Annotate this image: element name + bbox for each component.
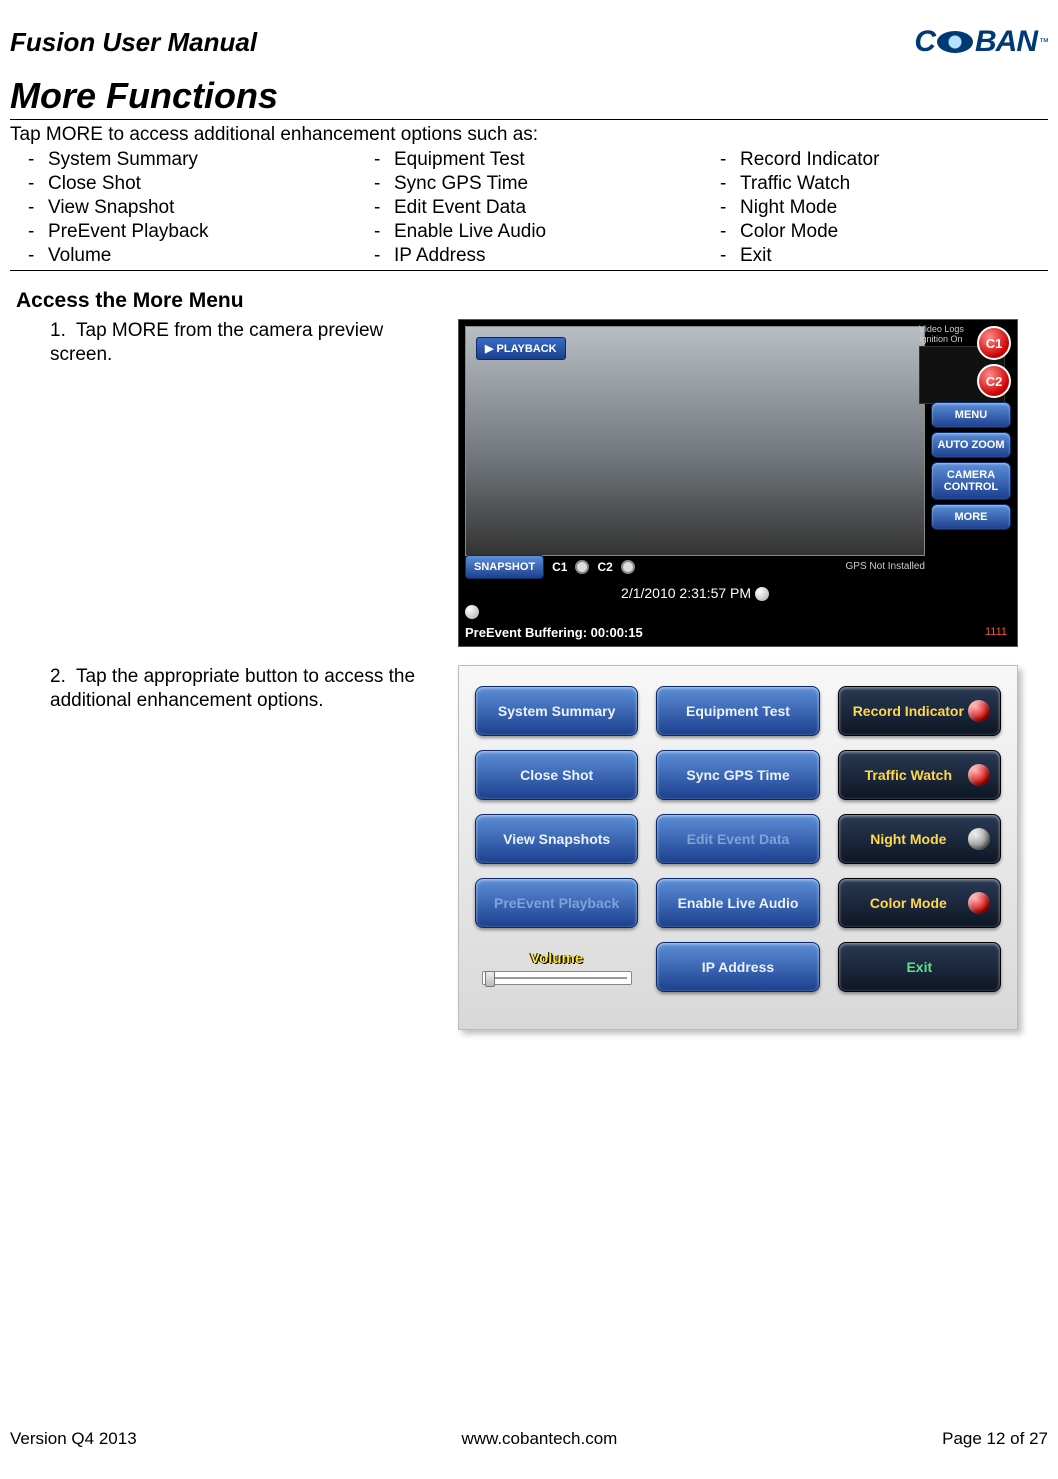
view-snapshots-button[interactable]: View Snapshots — [475, 814, 638, 864]
brand-logo: CBAN™ — [914, 25, 1048, 59]
option-item: Enable Live Audio — [374, 220, 702, 244]
c1-radio[interactable] — [575, 560, 589, 574]
subheading: Access the More Menu — [16, 289, 1048, 313]
led-red-icon — [968, 892, 990, 914]
auto-zoom-button[interactable]: AUTO ZOOM — [931, 432, 1011, 458]
option-item: Night Mode — [720, 196, 1048, 220]
color-mode-button[interactable]: Color Mode — [838, 878, 1001, 928]
system-summary-button[interactable]: System Summary — [475, 686, 638, 736]
option-item: Record Indicator — [720, 148, 1048, 172]
logo-eye-icon — [937, 31, 973, 53]
c2-radio[interactable] — [621, 560, 635, 574]
close-shot-button[interactable]: Close Shot — [475, 750, 638, 800]
step-2: 2.Tap the appropriate button to access t… — [10, 665, 440, 1030]
buffer-status: PreEvent Buffering: 00:00:15 — [465, 625, 925, 640]
menu-button[interactable]: MENU — [931, 402, 1011, 428]
led-red-icon — [968, 764, 990, 786]
option-item: Traffic Watch — [720, 172, 1048, 196]
option-item: PreEvent Playback — [28, 220, 356, 244]
index-label: 1111 — [985, 626, 1007, 638]
section-title: More Functions — [10, 75, 1048, 117]
volume-slider[interactable] — [482, 971, 632, 985]
edit-event-button[interactable]: Edit Event Data — [656, 814, 819, 864]
option-item: Sync GPS Time — [374, 172, 702, 196]
ip-address-button[interactable]: IP Address — [656, 942, 819, 992]
option-item: View Snapshot — [28, 196, 356, 220]
volume-cell: Volume — [475, 942, 638, 992]
option-item: Volume — [28, 244, 356, 268]
snapshot-button[interactable]: SNAPSHOT — [465, 555, 544, 579]
preevent-playback-button[interactable]: PreEvent Playback — [475, 878, 638, 928]
doc-title: Fusion User Manual — [10, 27, 257, 58]
footer-url: www.cobantech.com — [461, 1429, 617, 1449]
option-item: Exit — [720, 244, 1048, 268]
option-item: Edit Event Data — [374, 196, 702, 220]
exit-button[interactable]: Exit — [838, 942, 1001, 992]
footer-page: Page 12 of 27 — [942, 1429, 1048, 1449]
c1-button[interactable]: C1 — [977, 326, 1011, 360]
volume-label: Volume — [530, 950, 583, 967]
divider — [10, 119, 1048, 120]
night-mode-button[interactable]: Night Mode — [838, 814, 1001, 864]
camera-preview-screenshot: ▶ PLAYBACK Video Logs Ignition On C1 C2 … — [458, 319, 1018, 647]
enable-live-audio-button[interactable]: Enable Live Audio — [656, 878, 819, 928]
intro-text: Tap MORE to access additional enhancemen… — [10, 124, 1048, 146]
equipment-test-button[interactable]: Equipment Test — [656, 686, 819, 736]
sync-gps-button[interactable]: Sync GPS Time — [656, 750, 819, 800]
c2-button[interactable]: C2 — [977, 364, 1011, 398]
camera-control-button[interactable]: CAMERA CONTROL — [931, 462, 1011, 500]
step-1: 1.Tap MORE from the camera preview scree… — [10, 319, 440, 647]
playback-button[interactable]: ▶ PLAYBACK — [476, 337, 566, 360]
option-item: Color Mode — [720, 220, 1048, 244]
option-item: Close Shot — [28, 172, 356, 196]
record-indicator-button[interactable]: Record Indicator — [838, 686, 1001, 736]
more-button[interactable]: MORE — [931, 504, 1011, 530]
led-gray-icon — [968, 828, 990, 850]
divider — [10, 270, 1048, 271]
record-indicator-icon — [755, 587, 769, 601]
led-red-icon — [968, 700, 990, 722]
status-dot-icon — [465, 605, 479, 619]
more-menu-screenshot: System Summary Equipment Test Record Ind… — [458, 665, 1018, 1030]
timestamp: 2/1/2010 2:31:57 PM — [465, 585, 925, 601]
option-item: System Summary — [28, 148, 356, 172]
gps-status: GPS Not Installed — [846, 561, 925, 572]
option-item: IP Address — [374, 244, 702, 268]
video-feed: ▶ PLAYBACK — [465, 326, 925, 556]
option-item: Equipment Test — [374, 148, 702, 172]
footer-version: Version Q4 2013 — [10, 1429, 137, 1449]
traffic-watch-button[interactable]: Traffic Watch — [838, 750, 1001, 800]
